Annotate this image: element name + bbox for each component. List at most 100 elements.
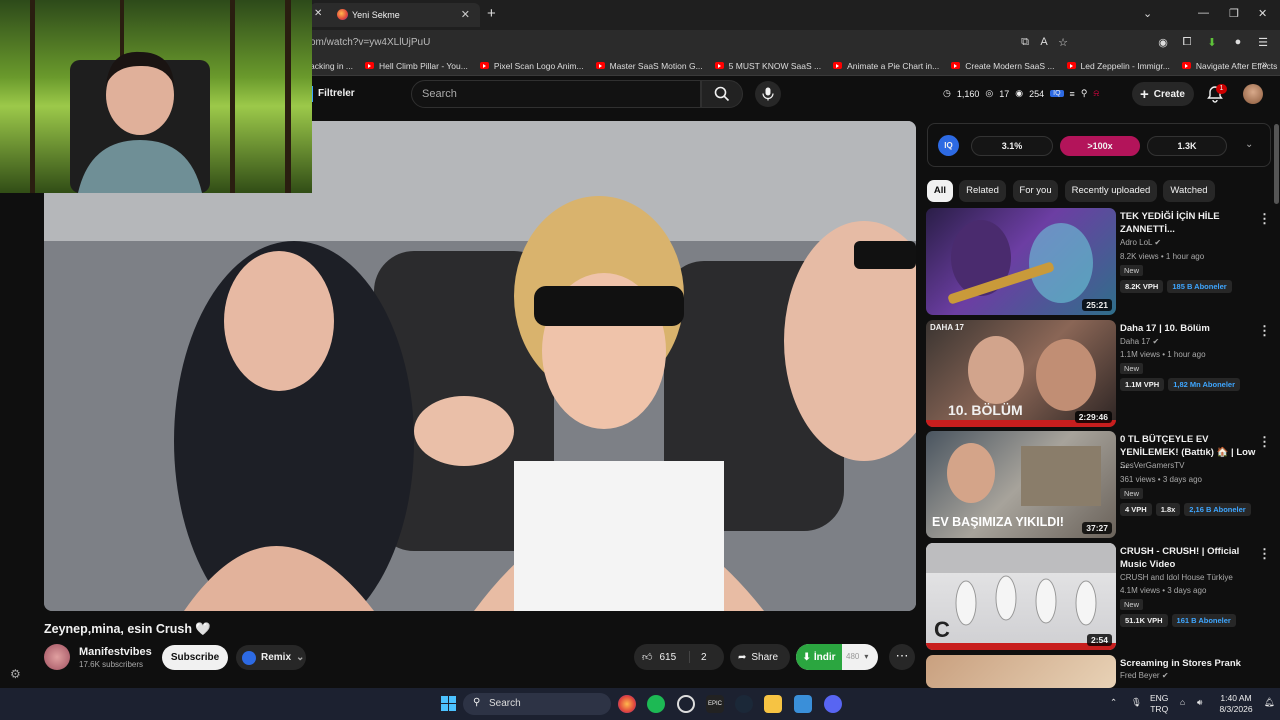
item-menu-icon[interactable]: ⋮ — [1258, 211, 1271, 227]
recommended-channel[interactable]: Adro LoL ✔ — [1120, 238, 1161, 247]
app-icon[interactable] — [794, 695, 812, 713]
create-button[interactable]: + Create — [1132, 82, 1194, 106]
bookmark-item[interactable]: 5 MUST KNOW SaaS ... — [714, 61, 821, 71]
recommended-channel[interactable]: Daha 17 ✔ — [1120, 337, 1159, 346]
user-avatar[interactable] — [1243, 84, 1263, 104]
download-ext-icon[interactable]: ⬇ — [1205, 36, 1219, 50]
bookmarks-overflow-icon[interactable]: » — [1262, 59, 1268, 70]
tray-overflow-icon[interactable]: ⌃ — [1110, 697, 1117, 708]
bookmark-item[interactable]: Master SaaS Motion G... — [595, 61, 703, 71]
bookmark-item[interactable]: Animate a Pie Chart in... — [833, 61, 939, 71]
item-menu-icon[interactable]: ⋮ — [1258, 323, 1271, 339]
profile-icon[interactable]: ◉ — [1156, 36, 1170, 50]
voice-search-button[interactable] — [755, 81, 781, 107]
video-title: Zeynep,mina, esin Crush 🤍 — [44, 622, 211, 636]
recommended-thumbnail[interactable] — [926, 655, 1116, 688]
recommended-thumbnail[interactable]: EV BAŞIMIZA YIKILDI! 37:27 — [926, 431, 1116, 538]
tab-list-chevron-icon[interactable]: ⌄ — [1143, 7, 1152, 20]
iq-expand-chevron-icon[interactable]: ⌄ — [1245, 139, 1253, 150]
extensions-icon[interactable]: ⧠ — [1180, 36, 1194, 50]
download-arrow-icon: ⬇ — [802, 651, 811, 663]
video-player[interactable] — [44, 121, 916, 611]
chip-related[interactable]: Related — [959, 180, 1006, 202]
subscribe-button[interactable]: Subscribe — [162, 645, 228, 670]
settings-gear-icon[interactable]: ⚙ — [10, 667, 21, 681]
recommended-title[interactable]: CRUSH - CRUSH! | Official Music Video — [1120, 545, 1260, 571]
duration-badge: 2:54 — [1086, 634, 1112, 646]
spotify-icon[interactable] — [647, 695, 665, 713]
install-icon[interactable]: ⧉ — [1018, 36, 1032, 50]
youtube-icon — [951, 62, 961, 69]
menu-icon[interactable]: ☰ — [1256, 36, 1270, 50]
tab-active[interactable]: Yeni Sekme ✕ — [310, 3, 480, 27]
vpn-icon[interactable]: ● — [1231, 36, 1245, 50]
obs-icon[interactable] — [677, 695, 695, 713]
chip-all[interactable]: All — [927, 180, 953, 202]
taskbar-search[interactable]: Search — [463, 693, 611, 715]
epic-games-icon[interactable]: EPIC — [706, 695, 724, 713]
remix-button[interactable]: Remix ⌄ — [236, 645, 306, 670]
network-icon[interactable]: ⌂ — [1180, 697, 1185, 708]
recommended-thumbnail[interactable]: DAHA 17 10. BÖLÜM 2:29:46 — [926, 320, 1116, 427]
bookmark-item[interactable]: Create Modern SaaS ... — [951, 61, 1055, 71]
search-input[interactable]: Search — [411, 80, 701, 108]
quality-select[interactable]: 480 — [842, 644, 859, 670]
bookmark-item[interactable]: Led Zeppelin - Immigr... — [1066, 61, 1170, 71]
bookmark-star-icon[interactable]: ☆ — [1056, 36, 1070, 50]
bookmark-item[interactable]: Hell Climb Pillar - You... — [365, 61, 468, 71]
channel-name[interactable]: Manifestvibes — [79, 646, 152, 658]
thumbnail-brand: DAHA 17 — [930, 323, 964, 332]
share-button[interactable]: ➦ Share — [730, 644, 790, 670]
windows-start-icon[interactable] — [441, 696, 456, 711]
new-tag: New — [1120, 488, 1144, 499]
search-button[interactable] — [701, 80, 743, 108]
bookmark-item[interactable]: acking in ... — [310, 61, 353, 71]
subscriber-count: 17.6K subscribers — [79, 660, 144, 669]
firefox-icon[interactable] — [618, 695, 636, 713]
url-text[interactable]: om/watch?v=yw4XLlUjPuU — [310, 37, 430, 48]
download-button[interactable]: ⬇ İndir 480 ▾ — [796, 644, 878, 670]
remix-icon — [242, 650, 256, 665]
like-button[interactable]: 👍︎ 615 — [634, 651, 690, 663]
recommended-thumbnail[interactable]: C 2:54 — [926, 543, 1116, 650]
clock[interactable]: 1:40 AM 8/3/2026 — [1214, 693, 1258, 715]
item-menu-icon[interactable]: ⋮ — [1258, 434, 1271, 450]
recommended-title[interactable]: TEK YEDİĞİ İÇİN HİLE ZANNETTİ... — [1120, 210, 1260, 236]
language-indicator[interactable]: ENG TRQ — [1150, 693, 1168, 715]
restore-icon[interactable]: ❐ — [1229, 7, 1239, 20]
volume-icon[interactable]: 🔊︎ — [1197, 697, 1202, 708]
steam-icon[interactable] — [735, 695, 753, 713]
youtube-icon — [1066, 62, 1076, 69]
discord-icon[interactable] — [824, 695, 842, 713]
recommended-thumbnail[interactable]: 25:21 — [926, 208, 1116, 315]
recommended-channel[interactable]: Fred Beyer ✔ — [1120, 671, 1169, 680]
notifications-icon[interactable]: 🔔︎ — [1264, 697, 1275, 708]
file-explorer-icon[interactable] — [764, 695, 782, 713]
chip-for-you[interactable]: For you — [1013, 180, 1058, 202]
sidebar-scrollbar[interactable] — [1274, 124, 1279, 204]
stats-strip: ◷ 1,160 ◎ 17 ◉ 254 IQ ≡ ⚲ ⍾ — [943, 88, 1099, 99]
more-actions-button[interactable]: ⋯ — [889, 644, 915, 670]
microphone-icon — [762, 87, 774, 101]
minimize-icon[interactable]: — — [1198, 7, 1209, 19]
new-tab-icon[interactable]: + — [487, 5, 496, 22]
eye-icon: ◎ — [985, 88, 994, 98]
recommended-channel[interactable]: SesVerGamersTV — [1120, 461, 1184, 470]
close-window-icon[interactable]: ✕ — [1258, 7, 1267, 20]
bookmark-item[interactable]: Pixel Scan Logo Anim... — [479, 61, 584, 71]
item-menu-icon[interactable]: ⋮ — [1258, 546, 1271, 562]
filters-button[interactable]: Filtreler — [318, 88, 355, 99]
iq-stat-pill: >100x — [1060, 136, 1140, 156]
prev-tab-close-icon[interactable]: ✕ — [314, 8, 322, 19]
iq-stat-pill: 3.1% — [971, 136, 1053, 156]
mic-tray-icon[interactable]: 🎙︎ — [1131, 697, 1142, 708]
recommended-title[interactable]: Daha 17 | 10. Bölüm — [1120, 322, 1260, 335]
chip-recently-uploaded[interactable]: Recently uploaded — [1065, 180, 1157, 202]
recommended-channel[interactable]: CRUSH and Idol House Türkiye — [1120, 573, 1233, 582]
tab-close-icon[interactable]: ✕ — [461, 8, 470, 21]
translate-icon[interactable]: A — [1037, 36, 1051, 50]
chip-watched[interactable]: Watched — [1163, 180, 1215, 202]
dislike-count[interactable]: 2 — [701, 652, 707, 663]
recommended-title[interactable]: Screaming in Stores Prank — [1120, 657, 1260, 670]
channel-avatar[interactable] — [44, 644, 70, 670]
